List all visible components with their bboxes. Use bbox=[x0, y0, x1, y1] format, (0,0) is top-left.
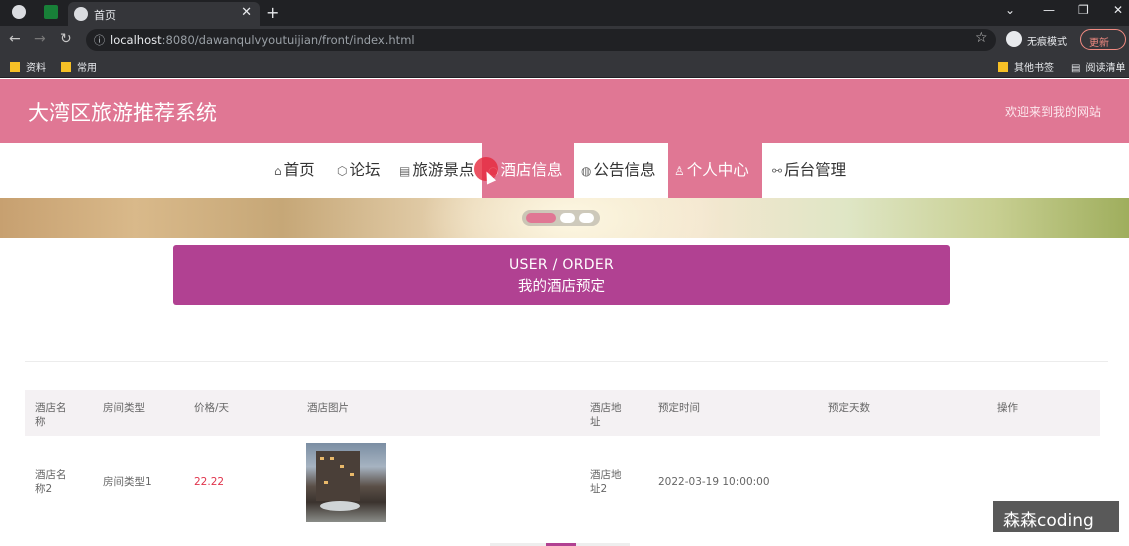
bookmark-other[interactable]: 其他书签 bbox=[998, 59, 1054, 74]
header-room-type: 房间类型 bbox=[103, 402, 145, 414]
site-info-icon[interactable]: ⓘ bbox=[94, 32, 105, 48]
browser-toolbar: ← → ↻ ⓘ localhost:8080/dawanqulvyoutuiji… bbox=[0, 26, 1129, 54]
menu-item-label: 首页 bbox=[283, 161, 315, 179]
home-icon: ⌂ bbox=[274, 164, 282, 178]
header-booking-time: 预定时间 bbox=[658, 402, 700, 414]
tab-favicon-icon[interactable] bbox=[12, 5, 26, 19]
tab-search-icon[interactable]: ⌄ bbox=[1005, 3, 1015, 17]
menu-item-label: 公告信息 bbox=[593, 161, 656, 179]
menu-item-forum[interactable]: ⬡ 论坛 bbox=[331, 143, 387, 198]
update-button[interactable]: 更新 bbox=[1080, 29, 1126, 50]
reading-list[interactable]: ▤ 阅读清单 bbox=[1071, 59, 1125, 74]
link-icon: ⚯ bbox=[772, 164, 783, 178]
menu-item-home[interactable]: ⌂ 首页 bbox=[268, 143, 321, 198]
menu-item-admin[interactable]: ⚯ 后台管理 bbox=[766, 143, 852, 198]
cell-hotel-address: 酒店地址2 bbox=[590, 469, 622, 495]
forward-button[interactable]: → bbox=[34, 31, 46, 47]
bookmark-folder-ziliao[interactable]: 资料 bbox=[10, 59, 46, 74]
divider bbox=[25, 361, 1108, 362]
hotel-image bbox=[306, 443, 386, 522]
spreadsheet-tab-icon[interactable] bbox=[44, 5, 58, 19]
menu-item-label: 后台管理 bbox=[784, 161, 847, 179]
window-light bbox=[324, 481, 328, 484]
table-row[interactable]: 酒店名称2 房间类型1 22.22 酒店地址2 2022-03-19 10:00… bbox=[25, 436, 1100, 531]
cell-price: 22.22 bbox=[194, 476, 225, 488]
window-light bbox=[330, 457, 334, 460]
menu-item-attractions[interactable]: ▤ 旅游景点 bbox=[393, 143, 480, 198]
welcome-text: 欢迎来到我的网站 bbox=[1004, 105, 1101, 119]
menu-item-announcements[interactable]: ◍ 公告信息 bbox=[575, 143, 662, 198]
url-path: :8080/dawanqulvyoutuijian/front/index.ht… bbox=[161, 33, 415, 47]
page-title-en: USER / ORDER bbox=[508, 257, 615, 273]
header-hotel-address: 酒店地址 bbox=[590, 402, 622, 428]
close-window-button[interactable]: ✕ bbox=[1113, 3, 1123, 17]
table-header: 酒店名称 房间类型 价格/天 酒店图片 酒店地址 预定时间 预定天数 操作 bbox=[25, 390, 1100, 436]
watermark: 森森coding bbox=[993, 501, 1119, 532]
reading-list-icon: ▤ bbox=[1071, 63, 1081, 74]
bookmark-label: 其他书签 bbox=[1014, 63, 1054, 74]
url-host: localhost bbox=[110, 33, 162, 47]
globe-icon: ◍ bbox=[581, 164, 592, 178]
header-days: 预定天数 bbox=[828, 402, 870, 414]
menu-item-label: 个人中心 bbox=[686, 161, 749, 179]
bookmarks-bar: 资料 常用 其他书签 ▤ 阅读清单 bbox=[0, 54, 1129, 78]
active-browser-tab[interactable]: 首页 ✕ bbox=[68, 2, 260, 26]
browser-tab-bar: 首页 ✕ + ⌄ — ❐ ✕ bbox=[0, 0, 1129, 26]
menu-item-label: 酒店信息 bbox=[500, 161, 563, 179]
menu-item-label: 论坛 bbox=[349, 161, 381, 179]
url-text: localhost:8080/dawanqulvyoutuijian/front… bbox=[110, 33, 415, 47]
page-title-box: USER / ORDER 我的酒店预定 bbox=[173, 245, 950, 305]
back-button[interactable]: ← bbox=[9, 31, 21, 47]
close-tab-icon[interactable]: ✕ bbox=[241, 5, 252, 20]
carousel-dot[interactable] bbox=[579, 213, 594, 223]
fountain-shape bbox=[320, 501, 360, 511]
menu-item-label: 旅游景点 bbox=[412, 161, 475, 179]
site-header: 大湾区旅游推荐系统 欢迎来到我的网站 bbox=[0, 79, 1129, 143]
page-title-zh: 我的酒店预定 bbox=[518, 279, 605, 295]
header-price: 价格/天 bbox=[194, 402, 230, 414]
incognito-label: 无痕模式 bbox=[1027, 37, 1067, 48]
header-hotel-image: 酒店图片 bbox=[307, 402, 349, 414]
reload-button[interactable]: ↻ bbox=[60, 31, 72, 47]
new-tab-button[interactable]: + bbox=[266, 3, 279, 22]
cell-hotel-name: 酒店名称2 bbox=[35, 469, 67, 495]
globe-icon bbox=[74, 7, 88, 21]
address-bar[interactable]: ⓘ localhost:8080/dawanqulvyoutuijian/fro… bbox=[86, 29, 996, 51]
bookmark-label: 常用 bbox=[77, 63, 97, 74]
window-light bbox=[340, 465, 344, 468]
menu-item-personal-center[interactable]: ♙ 个人中心 bbox=[668, 143, 762, 198]
carousel-dot[interactable] bbox=[560, 213, 575, 223]
main-menu: ⌂首页 ⬡论坛 ▤旅游景点 ○酒店信息 ◍公告信息 ♙个人中心 ⚯后台管理 bbox=[0, 143, 1129, 198]
folder-icon bbox=[998, 62, 1008, 72]
carousel-dot-active[interactable] bbox=[526, 213, 556, 223]
cell-booking-time: 2022-03-19 10:00:00 bbox=[658, 476, 770, 488]
window-light bbox=[350, 473, 354, 476]
cell-room-type: 房间类型1 bbox=[103, 476, 152, 488]
minimize-button[interactable]: — bbox=[1043, 3, 1055, 17]
maximize-button[interactable]: ❐ bbox=[1078, 3, 1089, 17]
bookmark-folder-changyong[interactable]: 常用 bbox=[61, 59, 97, 74]
list-icon: ▤ bbox=[399, 164, 411, 178]
carousel-indicators bbox=[522, 210, 600, 226]
user-icon: ♙ bbox=[674, 164, 685, 178]
reading-list-label: 阅读清单 bbox=[1085, 63, 1126, 74]
bookmark-label: 资料 bbox=[26, 63, 46, 74]
bookmark-star-icon[interactable]: ☆ bbox=[975, 30, 988, 46]
folder-icon bbox=[61, 62, 71, 72]
cube-icon: ⬡ bbox=[337, 164, 348, 178]
header-action: 操作 bbox=[997, 402, 1018, 414]
web-page: 大湾区旅游推荐系统 欢迎来到我的网站 ⌂首页 ⬡论坛 ▤旅游景点 ○酒店信息 ◍… bbox=[0, 79, 1129, 546]
tab-title: 首页 bbox=[94, 9, 116, 22]
incognito-icon[interactable] bbox=[1006, 31, 1022, 47]
window-light bbox=[320, 457, 324, 460]
folder-icon bbox=[10, 62, 20, 72]
banner-carousel bbox=[0, 198, 1129, 238]
header-hotel-name: 酒店名称 bbox=[35, 402, 67, 428]
site-title: 大湾区旅游推荐系统 bbox=[28, 101, 217, 125]
